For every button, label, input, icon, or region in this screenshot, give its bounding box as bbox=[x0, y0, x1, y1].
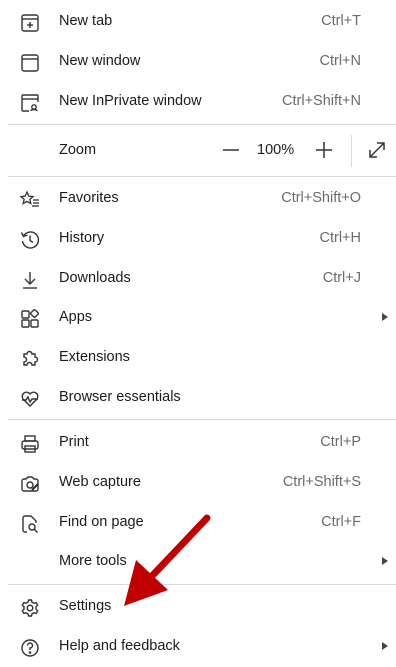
menu-item-label: Extensions bbox=[59, 349, 130, 365]
expand-icon[interactable] bbox=[366, 139, 388, 161]
separator bbox=[8, 124, 396, 125]
menu-item-extensions[interactable]: Extensions bbox=[8, 338, 396, 378]
menu-item-apps[interactable]: Apps bbox=[8, 298, 396, 338]
help-icon bbox=[19, 637, 41, 659]
shortcut-text: Ctrl+Shift+O bbox=[281, 190, 361, 206]
separator bbox=[8, 419, 396, 420]
shortcut-text: Ctrl+N bbox=[319, 53, 362, 69]
chevron-right-icon bbox=[382, 557, 388, 565]
menu-item-label: Favorites bbox=[59, 190, 119, 206]
printer-icon bbox=[19, 433, 41, 455]
shortcut-text: Ctrl+J bbox=[322, 270, 361, 286]
download-icon bbox=[19, 269, 41, 291]
shortcut-text: Ctrl+F bbox=[321, 514, 361, 530]
shortcut-text: Ctrl+Shift+S bbox=[282, 474, 361, 490]
shortcut-text: Ctrl+T bbox=[321, 13, 361, 29]
shortcut-text: Ctrl+Shift+N bbox=[282, 93, 361, 109]
zoom-label: Zoom bbox=[59, 142, 97, 158]
apps-icon bbox=[19, 308, 41, 330]
gear-icon bbox=[19, 597, 41, 619]
divider bbox=[351, 135, 352, 167]
zoom-value: 100% bbox=[257, 142, 295, 158]
window-icon bbox=[19, 52, 41, 74]
web-capture-icon bbox=[19, 473, 41, 495]
menu-item-help-and-feedback[interactable]: Help and feedback bbox=[8, 627, 396, 667]
menu-item-label: Settings bbox=[59, 598, 112, 614]
new-tab-icon bbox=[19, 12, 41, 34]
browser-menu: New tab Ctrl+T New window Ctrl+N New InP… bbox=[8, 0, 396, 664]
menu-item-browser-essentials[interactable]: Browser essentials bbox=[8, 378, 396, 418]
menu-item-label: New tab bbox=[59, 13, 113, 29]
separator bbox=[8, 584, 396, 585]
star-list-icon bbox=[19, 189, 41, 211]
menu-item-label: New InPrivate window bbox=[59, 93, 202, 109]
menu-item-print[interactable]: Print Ctrl+P bbox=[8, 423, 396, 463]
plus-icon[interactable] bbox=[313, 139, 335, 161]
puzzle-icon bbox=[19, 348, 41, 370]
separator bbox=[8, 176, 396, 177]
shortcut-text: Ctrl+P bbox=[320, 434, 361, 450]
menu-item-downloads[interactable]: Downloads Ctrl+J bbox=[8, 259, 396, 299]
menu-item-label: Downloads bbox=[59, 270, 131, 286]
heart-pulse-icon bbox=[19, 388, 41, 410]
menu-item-new-window[interactable]: New window Ctrl+N bbox=[8, 42, 396, 82]
menu-item-label: History bbox=[59, 230, 105, 246]
menu-item-label: Find on page bbox=[59, 514, 144, 530]
menu-item-label: New window bbox=[59, 53, 141, 69]
menu-item-label: More tools bbox=[59, 553, 127, 569]
menu-item-zoom: Zoom 100% bbox=[8, 131, 396, 171]
find-icon bbox=[19, 513, 41, 535]
menu-item-web-capture[interactable]: Web capture Ctrl+Shift+S bbox=[8, 463, 396, 503]
chevron-right-icon bbox=[382, 313, 388, 321]
menu-item-label: Print bbox=[59, 434, 89, 450]
menu-item-history[interactable]: History Ctrl+H bbox=[8, 219, 396, 259]
menu-item-new-inprivate-window[interactable]: New InPrivate window Ctrl+Shift+N bbox=[8, 82, 396, 122]
menu-item-label: Web capture bbox=[59, 474, 141, 490]
menu-item-more-tools[interactable]: More tools bbox=[8, 542, 396, 582]
menu-item-settings[interactable]: Settings bbox=[8, 587, 396, 627]
menu-item-favorites[interactable]: Favorites Ctrl+Shift+O bbox=[8, 179, 396, 219]
history-icon bbox=[19, 229, 41, 251]
minus-icon[interactable] bbox=[220, 139, 242, 161]
menu-item-new-tab[interactable]: New tab Ctrl+T bbox=[8, 2, 396, 42]
menu-item-find-on-page[interactable]: Find on page Ctrl+F bbox=[8, 503, 396, 543]
menu-item-label: Help and feedback bbox=[59, 638, 180, 654]
chevron-right-icon bbox=[382, 642, 388, 650]
menu-item-label: Apps bbox=[59, 309, 93, 325]
inprivate-icon bbox=[19, 92, 41, 114]
menu-item-label: Browser essentials bbox=[59, 389, 181, 405]
shortcut-text: Ctrl+H bbox=[319, 230, 362, 246]
